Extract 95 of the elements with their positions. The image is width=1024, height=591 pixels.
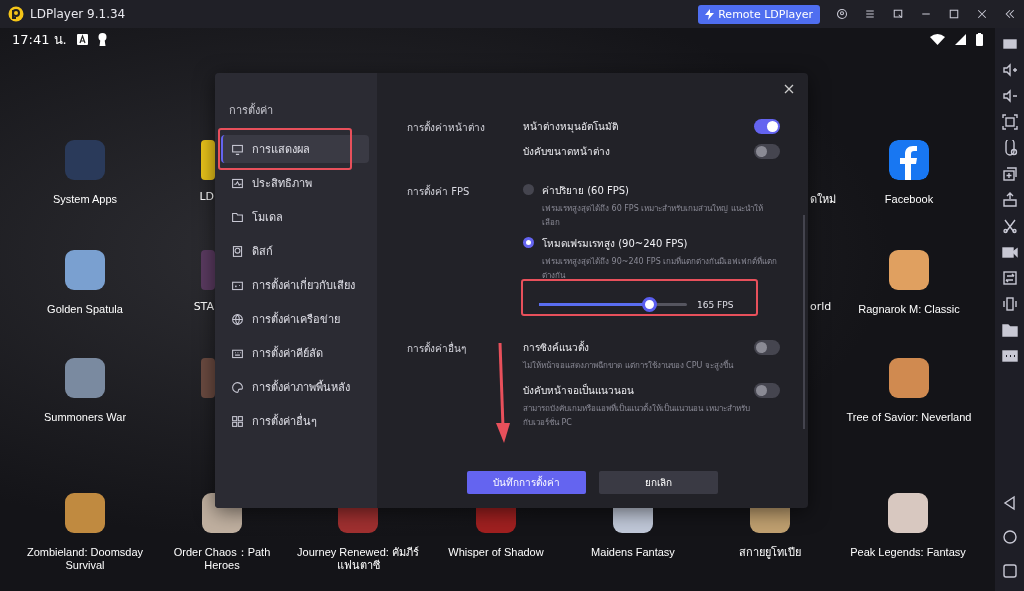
- folder-icon[interactable]: [1001, 322, 1018, 338]
- globe-icon: [231, 312, 244, 326]
- app-icon[interactable]: [65, 493, 105, 533]
- app-icon[interactable]: [889, 250, 929, 290]
- maximize-icon[interactable]: [948, 8, 960, 20]
- fullscreen-icon[interactable]: [1001, 114, 1018, 130]
- app-icon[interactable]: [65, 250, 105, 290]
- slider-reading: 165 FPS: [697, 299, 734, 310]
- toggle-switch[interactable]: [754, 340, 780, 355]
- monitor-icon: [231, 142, 244, 156]
- remote-button[interactable]: Remote LDPlayer: [698, 4, 820, 24]
- save-button[interactable]: บันทึกการตั้งค่า: [467, 471, 586, 494]
- folder-icon: [231, 210, 244, 224]
- nav-item[interactable]: การตั้งค่าเกี่ยวกับเสียง: [221, 271, 369, 299]
- option-label: บังคับหน้าจอเป็นแนวนอน: [523, 383, 635, 398]
- apk-icon[interactable]: [1001, 192, 1018, 208]
- option-label: โหมดเฟรมเรทสูง (90~240 FPS): [542, 237, 689, 251]
- close-icon[interactable]: [976, 8, 988, 20]
- nav-item[interactable]: การตั้งค่าคีย์ลัด: [221, 339, 369, 367]
- nav-item[interactable]: การตั้งค่าเครือข่าย: [221, 305, 369, 333]
- app-label: Ragnarok M: Classic: [858, 303, 960, 316]
- toggle-switch[interactable]: [754, 383, 780, 398]
- app-label: LD: [199, 190, 214, 203]
- option-label: บังคับขนาดหน้าต่าง: [523, 145, 610, 159]
- signal-icon: [955, 33, 966, 45]
- wifi-icon: [930, 33, 945, 45]
- nav-item[interactable]: การตั้งค่าอื่นๆ: [221, 407, 369, 435]
- shake-phone-icon[interactable]: [1001, 296, 1018, 312]
- radio-button[interactable]: [523, 237, 534, 248]
- option-label: ค่าปริยาย (60 FPS): [542, 184, 630, 198]
- nav-item[interactable]: โมเดล: [221, 203, 369, 231]
- app-label: Summoners War: [43, 411, 127, 424]
- fps-slider[interactable]: [539, 297, 687, 312]
- app-label: Order Chaos：Path Heroes: [172, 546, 272, 572]
- menu-icon[interactable]: [864, 8, 876, 20]
- section-label: การตั้งค่าหน้าต่าง: [407, 119, 486, 135]
- app-label: สกายยูโทเปีย: [739, 546, 801, 559]
- app-label: orld: [810, 300, 832, 313]
- swap-icon[interactable]: [1001, 270, 1018, 286]
- screen-icon[interactable]: [892, 8, 904, 20]
- option-description: เฟรมเรทสูงสุดได้ถึง 60 FPS เหมาะสำหรับเกมส่วนใหญ่ แนะนำให้เลือก: [542, 203, 764, 229]
- section-label: การตั้งค่าอื่นๆ: [407, 340, 467, 356]
- app-label: Peak Legends: Fantasy: [850, 546, 966, 559]
- user-icon[interactable]: [836, 8, 848, 20]
- collapse-icon[interactable]: [1004, 8, 1016, 20]
- status-time: 17:41 น.: [12, 30, 67, 49]
- back-icon[interactable]: [1001, 495, 1018, 511]
- toggle-switch[interactable]: [754, 119, 780, 134]
- app-label: Golden Spatula: [47, 303, 123, 316]
- chart-icon: [231, 176, 244, 190]
- app-label: Whisper of Shadow: [448, 546, 544, 559]
- radio-button[interactable]: [523, 184, 534, 195]
- dialog-title: การตั้งค่า: [229, 102, 274, 119]
- option-description: สามารถบังคับเกมหรือแอพที่เป็นแนวตั้งให้เป็นแนวนอน เหมาะสำหรับกับเวอร์ชั่น PC: [523, 402, 751, 429]
- volume-down-icon[interactable]: [1001, 88, 1018, 104]
- option-label: การซิงค์แนวตั้ง: [523, 340, 590, 355]
- app-label: Tree of Savior: Neverland: [846, 411, 972, 424]
- close-icon: [784, 84, 794, 94]
- more-icon[interactable]: [1001, 348, 1018, 364]
- app-icon[interactable]: [888, 493, 928, 533]
- app-icon[interactable]: [65, 358, 105, 398]
- app-label: Journey Renewed: คัมภีร์แฟนตาซี: [296, 546, 420, 572]
- nav-item[interactable]: การตั้งค่าภาพพื้นหลัง: [221, 373, 369, 401]
- lightning-icon: [705, 8, 715, 20]
- battery-icon: [976, 32, 983, 46]
- facebook-logo-icon[interactable]: [889, 140, 929, 180]
- add-window-icon[interactable]: [1001, 166, 1018, 182]
- toggle-switch[interactable]: [754, 144, 780, 159]
- home-icon[interactable]: [1001, 529, 1018, 545]
- app-icon[interactable]: [889, 358, 929, 398]
- volume-up-icon[interactable]: [1001, 62, 1018, 78]
- section-label: การตั้งค่า FPS: [407, 183, 471, 199]
- app-label: ดใหม่: [810, 192, 836, 208]
- slider-thumb[interactable]: [641, 297, 657, 312]
- palette-icon: [231, 380, 244, 394]
- keyboard-indicator-icon: [76, 33, 88, 45]
- app-label: Maidens Fantasy: [591, 546, 675, 559]
- nav-item[interactable]: ประสิทธิภาพ: [221, 169, 369, 197]
- scissors-icon[interactable]: [1001, 218, 1018, 234]
- recent-apps-icon[interactable]: [1001, 563, 1018, 579]
- app-label: Zombieland: Doomsday Survival: [25, 546, 145, 572]
- keyhole-icon: [97, 32, 107, 46]
- option-description: เฟรมเรทสูงสุดได้ถึง 90~240 FPS เกมที่แตกต่างกันมีเอฟเฟกต์ที่แตกต่างกัน: [542, 255, 779, 282]
- app-label: STA: [193, 300, 214, 313]
- video-icon[interactable]: [1001, 244, 1018, 260]
- nav-item[interactable]: ดิสก์: [221, 237, 369, 265]
- grid-icon: [231, 414, 244, 428]
- cancel-button[interactable]: ยกเลิก: [599, 471, 718, 494]
- logo-icon: [8, 6, 24, 22]
- app-label: System Apps: [52, 193, 118, 206]
- app-label: Facebook: [884, 193, 934, 206]
- nav-item[interactable]: การแสดงผล: [221, 135, 369, 163]
- option-description: ไม่ให้หน้าจอแสดงภาพฉีกขาด แต่การใช้งานของ CPU จะสูงขึ้น: [523, 359, 733, 373]
- option-label: หน้าต่างหมุนอัตโนมัติ: [523, 120, 618, 134]
- window-title: LDPlayer 9.1.34: [30, 7, 126, 21]
